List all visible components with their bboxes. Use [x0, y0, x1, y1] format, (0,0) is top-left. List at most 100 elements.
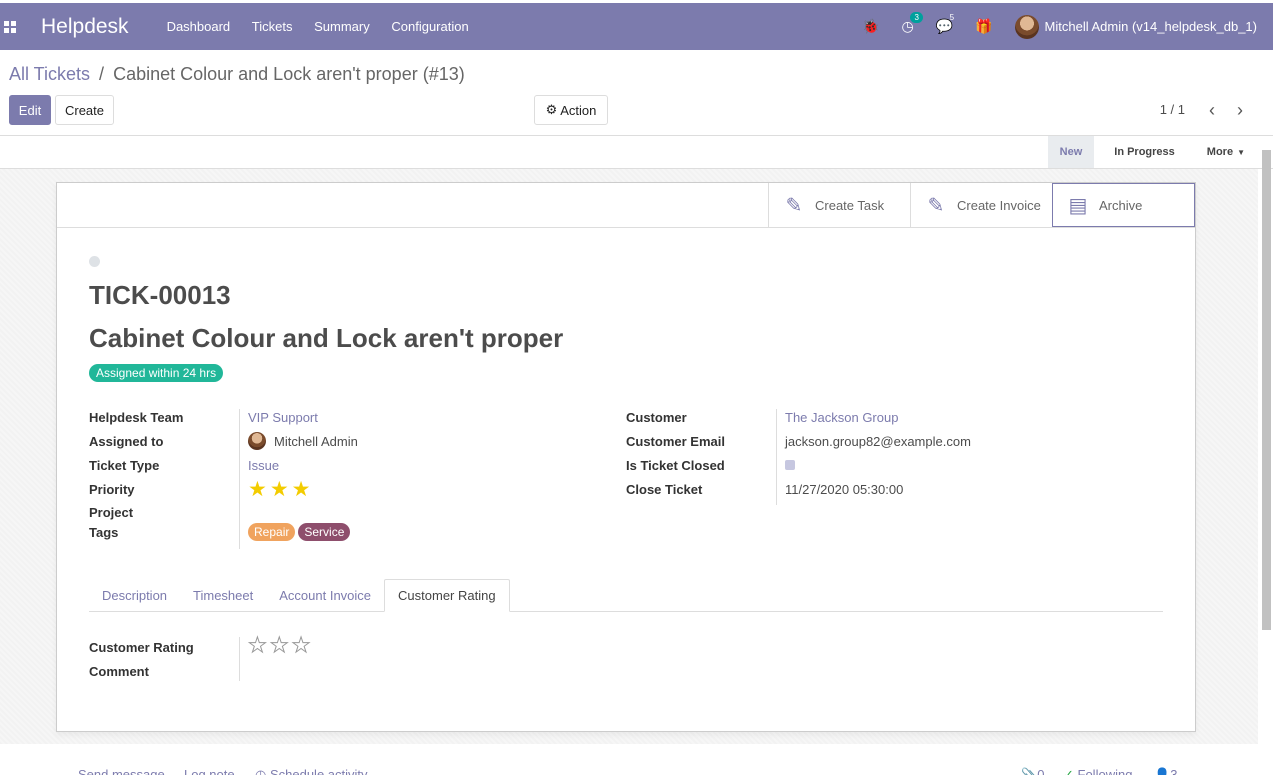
tab-account-invoice[interactable]: Account Invoice	[266, 579, 384, 612]
chevron-right-icon[interactable]: ›	[1237, 100, 1243, 121]
field-label: Comment	[89, 663, 149, 679]
assigned-to-value[interactable]: Mitchell Admin	[248, 432, 358, 450]
main-menu: Dashboard Tickets Summary Configuration	[167, 19, 487, 34]
field-label: Customer Email	[626, 433, 725, 449]
closed-checkbox[interactable]	[785, 460, 795, 470]
archive-button[interactable]: ▤ Archive	[1052, 183, 1195, 227]
customer-email-value[interactable]: jackson.group82@example.com	[785, 434, 971, 449]
breadcrumb: All Tickets / Cabinet Colour and Lock ar…	[9, 64, 465, 85]
rating-stars: ★ ★ ★	[248, 634, 313, 656]
action-label: Action	[560, 102, 597, 118]
schedule-activity-button[interactable]: ◷ Schedule activity	[255, 767, 368, 775]
create-task-button[interactable]: ✎ Create Task	[768, 183, 910, 227]
field-label: Priority	[89, 481, 135, 497]
tags-value[interactable]: Repair Service	[248, 523, 353, 541]
sla-badge: Assigned within 24 hrs	[89, 364, 224, 382]
breadcrumb-current: Cabinet Colour and Lock aren't proper (#…	[113, 64, 465, 84]
field-customer: Customer The Jackson Group	[626, 405, 971, 429]
field-close-ticket: Close Ticket 11/27/2020 05:30:00	[626, 477, 971, 501]
tab-timesheet[interactable]: Timesheet	[180, 579, 266, 612]
edit-button[interactable]: Edit	[9, 95, 51, 125]
field-comment: Comment	[89, 659, 313, 683]
divider	[776, 409, 777, 505]
field-project: Project	[89, 501, 358, 523]
menu-summary[interactable]: Summary	[314, 19, 370, 34]
divider	[239, 637, 240, 681]
field-label: Close Ticket	[626, 481, 703, 497]
ticket-type-value[interactable]: Issue	[248, 458, 279, 473]
close-ticket-value[interactable]: 11/27/2020 05:30:00	[785, 482, 903, 497]
following-label: Following	[1077, 767, 1133, 775]
helpdesk-team-value[interactable]: VIP Support	[248, 410, 318, 425]
button-box: ✎ Create Task ✎ Create Invoice ▤ Archive	[768, 183, 1195, 227]
following-button[interactable]: ✓ Following	[1063, 767, 1132, 775]
edit-icon: ✎	[927, 194, 945, 217]
field-label: Customer	[626, 409, 687, 425]
field-label: Tags	[89, 524, 119, 540]
edit-icon: ✎	[785, 194, 803, 217]
archive-label: Archive	[1099, 197, 1143, 213]
stage-more-dropdown[interactable]: More ▼	[1187, 136, 1257, 168]
messages-icon[interactable]: 💬 5	[936, 13, 954, 35]
assignee-name: Mitchell Admin	[274, 433, 358, 449]
stage-new[interactable]: New	[1047, 136, 1095, 168]
log-note-button[interactable]: Log note	[184, 767, 235, 775]
field-customer-rating: Customer Rating ★ ★ ★	[89, 634, 313, 659]
customer-value[interactable]: The Jackson Group	[785, 410, 898, 425]
left-field-group: Helpdesk Team VIP Support Assigned to Mi…	[89, 405, 358, 541]
tab-customer-rating[interactable]: Customer Rating	[384, 579, 510, 612]
star-icon[interactable]: ★	[248, 479, 267, 500]
avatar[interactable]	[1014, 14, 1039, 39]
create-button[interactable]: Create	[55, 95, 114, 125]
followers-button[interactable]: 👤3	[1154, 767, 1177, 775]
gift-icon[interactable]: 🎁	[975, 18, 992, 35]
tag-service[interactable]: Service	[298, 523, 351, 541]
field-label: Ticket Type	[89, 457, 160, 473]
action-button[interactable]: ⚙ Action	[534, 95, 608, 125]
is-ticket-closed-value	[785, 460, 795, 470]
bug-icon[interactable]: 🐞	[862, 18, 879, 35]
menu-tickets[interactable]: Tickets	[252, 19, 293, 34]
kanban-state-indicator[interactable]	[89, 256, 100, 267]
create-invoice-label: Create Invoice	[957, 197, 1041, 213]
menu-configuration[interactable]: Configuration	[391, 19, 468, 34]
star-outline-icon[interactable]: ★	[291, 634, 311, 656]
caret-down-icon: ▼	[1237, 147, 1245, 157]
stage-bar: New In Progress More ▼	[1047, 136, 1257, 168]
priority-stars: ★ ★ ★	[248, 479, 313, 500]
star-outline-icon[interactable]: ★	[269, 634, 289, 656]
tab-description[interactable]: Description	[89, 579, 180, 612]
field-label: Assigned to	[89, 433, 164, 449]
user-menu[interactable]: Mitchell Admin (v14_helpdesk_db_1)	[1045, 19, 1257, 34]
ticket-title: Cabinet Colour and Lock aren't proper	[89, 323, 564, 353]
chevron-left-icon[interactable]: ‹	[1209, 100, 1215, 121]
message-count-badge: 5	[949, 13, 955, 22]
top-navbar: Helpdesk Dashboard Tickets Summary Confi…	[0, 3, 1273, 50]
pager-value[interactable]: 1 / 1	[1160, 102, 1185, 117]
create-task-label: Create Task	[815, 197, 885, 213]
create-invoice-button[interactable]: ✎ Create Invoice	[910, 183, 1052, 227]
stage-in-progress[interactable]: In Progress	[1094, 136, 1187, 168]
field-assigned-to: Assigned to Mitchell Admin	[89, 429, 358, 453]
breadcrumb-separator: /	[99, 64, 105, 84]
attachments-button[interactable]: 📎0	[1021, 767, 1044, 775]
gear-icon: ⚙	[545, 102, 558, 117]
send-message-button[interactable]: Send message	[78, 767, 165, 775]
field-priority: Priority ★ ★ ★	[89, 477, 358, 501]
star-icon[interactable]: ★	[292, 479, 311, 500]
activity-icon[interactable]: ◷ 3	[901, 12, 923, 35]
field-is-ticket-closed: Is Ticket Closed	[626, 453, 971, 477]
tag-repair[interactable]: Repair	[248, 523, 296, 541]
field-tags: Tags Repair Service	[89, 523, 358, 541]
archive-icon: ▤	[1068, 194, 1088, 217]
menu-dashboard[interactable]: Dashboard	[167, 19, 231, 34]
field-label: Helpdesk Team	[89, 409, 184, 425]
attachment-count: 0	[1037, 767, 1045, 775]
breadcrumb-parent[interactable]: All Tickets	[9, 64, 90, 84]
star-outline-icon[interactable]: ★	[248, 634, 268, 656]
star-icon[interactable]: ★	[270, 479, 289, 500]
apps-menu-icon[interactable]	[4, 19, 20, 35]
app-brand[interactable]: Helpdesk	[41, 15, 129, 39]
notebook-tabs: Description Timesheet Account Invoice Cu…	[89, 579, 1163, 612]
scrollbar[interactable]	[1262, 150, 1271, 630]
